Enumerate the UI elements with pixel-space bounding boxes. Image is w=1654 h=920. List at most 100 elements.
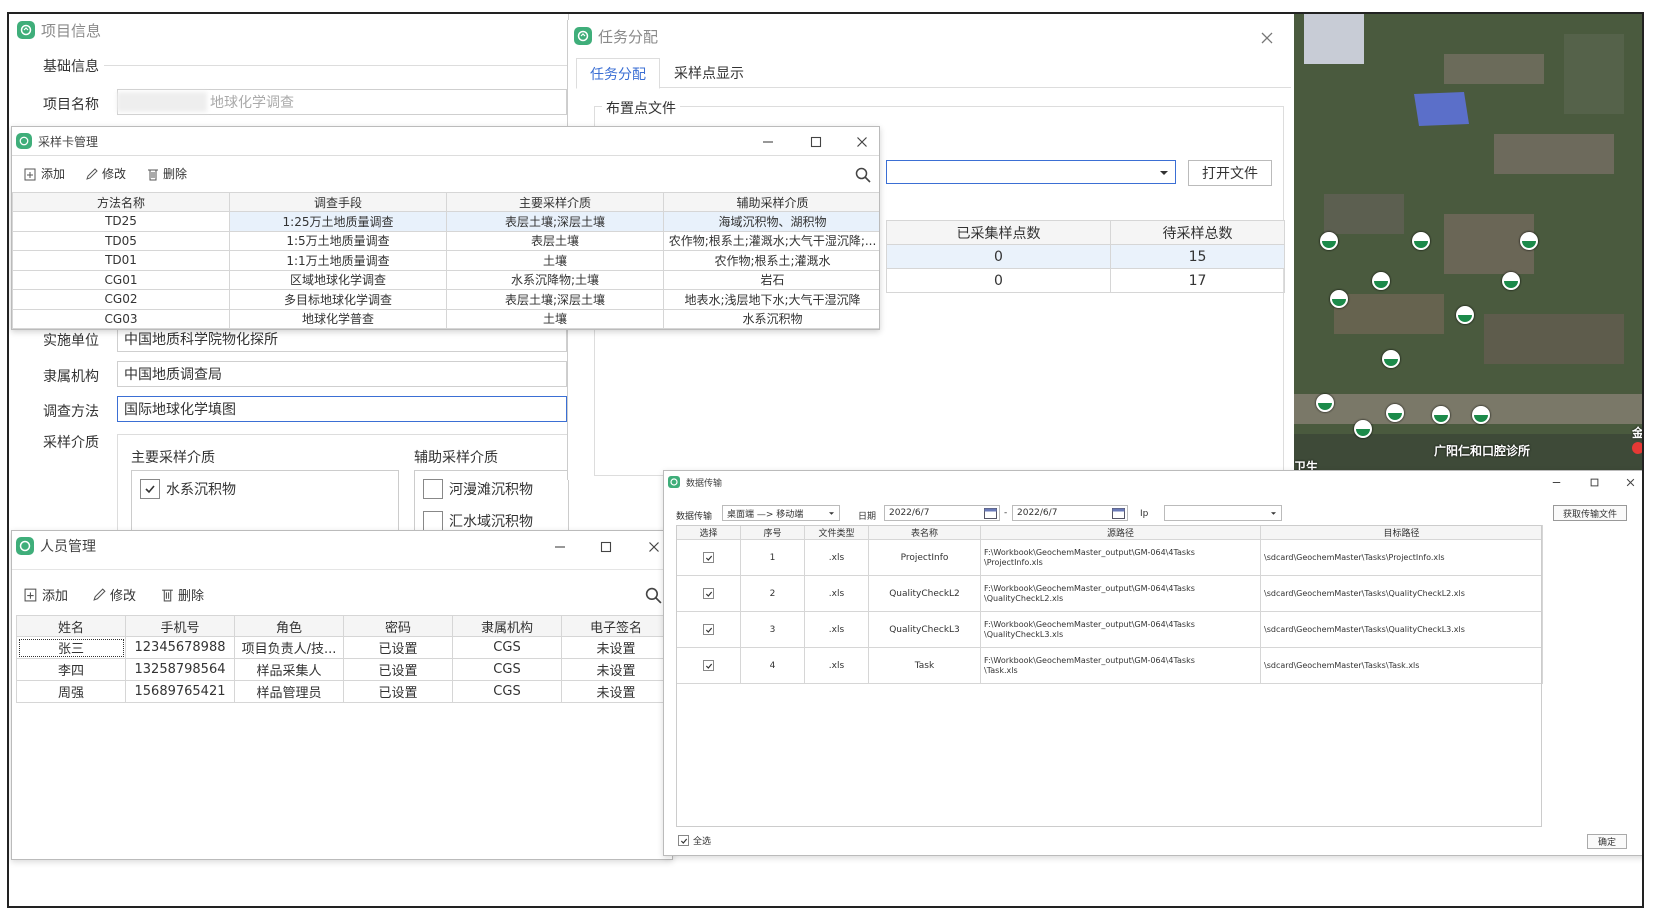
table-cell[interactable] (676, 539, 741, 576)
table-cell: TD25 (12, 211, 230, 232)
checkbox[interactable] (703, 624, 714, 635)
ok-button[interactable]: 确定 (1587, 834, 1627, 849)
add-button[interactable]: 添加 (24, 585, 68, 604)
checkbox-aux-media-1[interactable]: 汇水域沉积物 (423, 511, 533, 531)
search-button[interactable] (645, 587, 662, 608)
sample-point-marker[interactable] (1382, 350, 1400, 368)
map-label-partial-2: 金 (1631, 426, 1644, 440)
file-path-dropdown[interactable] (886, 160, 1176, 184)
checkbox[interactable] (423, 511, 443, 531)
table-row[interactable]: 2 .xls QualityCheckL2 F:\Workbook\GeochemMa… (676, 575, 1543, 612)
tab-task-assign[interactable]: 任务分配 (576, 58, 660, 89)
maximize-button[interactable] (1585, 473, 1603, 491)
table-row[interactable]: 4 .xls Task F:\Workbook\GeochemMaster_outpu… (676, 647, 1543, 684)
divider (12, 155, 879, 156)
sample-point-marker[interactable] (1502, 272, 1520, 290)
table-row[interactable]: 张三 12345678988 项目负责人/技... 已设置 CGS 未设置 (16, 636, 671, 659)
calendar-icon[interactable] (984, 507, 997, 519)
sample-point-marker[interactable] (1372, 272, 1390, 290)
checkbox[interactable] (703, 660, 714, 671)
table-cell[interactable] (676, 611, 741, 648)
sample-point-marker[interactable] (1386, 404, 1404, 422)
org-value: 中国地质调查局 (124, 367, 222, 383)
table-cell: 水系沉积物 (663, 308, 879, 329)
delete-button[interactable]: 删除 (146, 165, 187, 182)
date-from-field[interactable]: 2022/6/7 (884, 505, 1000, 521)
ip-dropdown[interactable] (1164, 505, 1282, 521)
sample-point-marker[interactable] (1412, 232, 1430, 250)
window-title: 数据传输 (686, 478, 723, 489)
map-label-clinic: 广阳仁和口腔诊所 (1434, 444, 1531, 458)
checkbox[interactable] (678, 835, 689, 846)
table-row[interactable]: CG02 多目标地球化学调查 表层土壤;深层土壤 地表水;浅层地下水;大气干湿沉降 (12, 289, 879, 310)
minimize-button[interactable] (548, 535, 572, 559)
table-row[interactable]: 1 .xls ProjectInfo F:\Workbook\GeochemMaste… (676, 539, 1543, 576)
table-row[interactable]: 0 15 (886, 244, 1285, 269)
org-field[interactable]: 中国地质调查局 (117, 361, 567, 387)
checkbox[interactable] (140, 479, 160, 499)
table-cell: 土壤 (446, 250, 664, 271)
table-row[interactable]: TD25 1:25万土地质量调查 表层土壤;深层土壤 海域沉积物、湖积物 (12, 211, 879, 232)
checkbox-aux-media-0[interactable]: 河漫滩沉积物 (423, 479, 533, 499)
map-view[interactable]: 广阳仁和口腔诊所 卫生 金 (1294, 14, 1644, 472)
search-button[interactable] (855, 167, 871, 187)
checkbox-main-media-0[interactable]: 水系沉积物 (140, 479, 236, 499)
checkbox-label: 全选 (693, 837, 712, 847)
section-divider (104, 65, 568, 66)
sample-point-marker[interactable] (1432, 406, 1450, 424)
close-button[interactable] (1621, 473, 1639, 491)
table-row[interactable]: 周强 15689765421 样品管理员 已设置 CGS 未设置 (16, 680, 671, 703)
table-row[interactable]: 0 17 (886, 268, 1285, 293)
table-row[interactable]: TD05 1:5万土地质量调查 表层土壤 农作物;根系土;灌溉水;大气干湿沉降;... (12, 230, 879, 251)
date-to-field[interactable]: 2022/6/7 (1012, 505, 1128, 521)
media-label: 采样介质 (43, 435, 99, 451)
sample-point-marker[interactable] (1354, 420, 1372, 438)
trash-icon (148, 169, 159, 180)
delete-button[interactable]: 删除 (160, 585, 204, 604)
maximize-button[interactable] (594, 535, 618, 559)
table-cell[interactable] (676, 575, 741, 612)
table-cell-target-path: \sdcard\GeochemMaster\Tasks\ProjectInfo.… (1260, 539, 1543, 576)
tab-sample-points[interactable]: 采样点显示 (664, 58, 754, 88)
date-label: 日期 (858, 512, 877, 522)
close-button[interactable] (1255, 26, 1279, 50)
select-all-checkbox[interactable]: 全选 (678, 834, 711, 847)
table-row[interactable]: CG01 区域地球化学调查 水系沉降物;土壤 岩石 (12, 269, 879, 290)
table-row[interactable]: CG03 地球化学普查 土壤 水系沉积物 (12, 308, 879, 329)
method-field[interactable]: 国际地球化学填图 (117, 396, 567, 422)
sample-point-marker[interactable] (1456, 306, 1474, 324)
mode-dropdown[interactable]: 桌面端 —> 移动端 (722, 505, 840, 521)
table-cell: 4 (740, 647, 805, 684)
minimize-button[interactable] (757, 131, 779, 153)
edit-button[interactable]: 修改 (85, 165, 126, 182)
maximize-button[interactable] (805, 131, 827, 153)
open-file-button[interactable]: 打开文件 (1188, 160, 1272, 186)
sample-point-marker[interactable] (1472, 406, 1490, 424)
sample-point-marker[interactable] (1320, 232, 1338, 250)
close-button[interactable] (851, 131, 873, 153)
table-row[interactable]: 3 .xls QualityCheckL3 F:\Workbook\GeochemMa… (676, 611, 1543, 648)
tab-label: 采样点显示 (674, 66, 744, 82)
sample-point-marker[interactable] (1316, 394, 1334, 412)
sample-point-marker[interactable] (1520, 232, 1538, 250)
checkbox[interactable] (703, 552, 714, 563)
minimize-icon (763, 141, 773, 143)
fetch-files-button[interactable]: 获取传输文件 (1553, 505, 1627, 521)
file-group-label: 布置点文件 (602, 98, 680, 118)
checkbox[interactable] (703, 588, 714, 599)
table-cell[interactable] (676, 647, 741, 684)
column-header: 调查手段 (229, 192, 447, 212)
sample-point-marker[interactable] (1330, 290, 1348, 308)
table-cell: 项目负责人/技... (234, 636, 344, 659)
checkbox[interactable] (423, 479, 443, 499)
table-cell: 农作物;根系土;灌溉水 (663, 250, 879, 271)
minimize-icon (555, 546, 565, 548)
table-row[interactable]: 李四 13258798564 样品采集人 已设置 CGS 未设置 (16, 658, 671, 681)
minimize-button[interactable] (1547, 473, 1565, 491)
calendar-icon[interactable] (1112, 507, 1125, 519)
table-row[interactable]: TD01 1:1万土地质量调查 土壤 农作物;根系土;灌溉水 (12, 250, 879, 271)
edit-button[interactable]: 修改 (92, 585, 136, 604)
project-name-label: 项目名称 (43, 97, 99, 113)
add-button[interactable]: 添加 (24, 165, 65, 182)
table-cell: 土壤 (446, 308, 664, 329)
